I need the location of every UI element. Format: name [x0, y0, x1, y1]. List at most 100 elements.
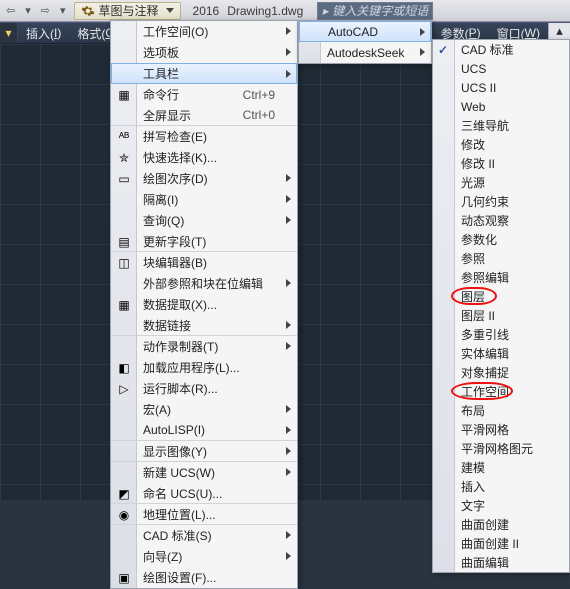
tools-item-1[interactable]: 选项板	[111, 42, 297, 63]
menu-item-label: 动态观察	[461, 212, 559, 229]
toolbar-item-7[interactable]: 光源	[433, 173, 569, 192]
tools-item-25[interactable]: 向导(Z)	[111, 546, 297, 567]
toolbar-item-10[interactable]: 参数化	[433, 230, 569, 249]
menu-item-label: 查询(Q)	[143, 212, 275, 229]
tools-item-2[interactable]: 工具栏	[111, 63, 297, 84]
menu-item-label: 全屏显示	[143, 107, 219, 124]
tools-item-4[interactable]: 全屏显示Ctrl+0	[111, 105, 297, 126]
menu-item-label: 外部参照和块在位编辑	[143, 275, 275, 292]
tools-item-5[interactable]: ᴬᴮ拼写检查(E)	[111, 126, 297, 147]
tools-item-15[interactable]: 动作录制器(T)	[111, 336, 297, 357]
submenu-arrow-icon	[286, 216, 291, 224]
tools-item-0[interactable]: 工作空间(O)	[111, 21, 297, 42]
toolbar-item-16[interactable]: 实体编辑	[433, 344, 569, 363]
toolbar-item-9[interactable]: 动态观察	[433, 211, 569, 230]
data-icon: ▦	[115, 296, 133, 313]
menubar-item-left-0[interactable]: 插入(I)	[18, 23, 69, 43]
document-tabs: 2016 Drawing1.dwg	[193, 4, 304, 18]
toolbar-item-6[interactable]: 修改 II	[433, 154, 569, 173]
tools-item-6[interactable]: ✮快速选择(K)...	[111, 147, 297, 168]
submenu-arrow-icon	[286, 48, 291, 56]
toolbar-item-1[interactable]: UCS	[433, 59, 569, 78]
menu-item-label: 布局	[461, 402, 559, 419]
history-next-icon[interactable]: ⇨	[39, 4, 52, 17]
menu-item-label: 插入	[461, 478, 559, 495]
toolbar-item-20[interactable]: 平滑网格	[433, 420, 569, 439]
tools-item-13[interactable]: ▦数据提取(X)...	[111, 294, 297, 315]
history-back-icon[interactable]: ⇦	[4, 4, 17, 17]
toolbar-item-5[interactable]: 修改	[433, 135, 569, 154]
load-icon: ◧	[115, 359, 133, 376]
menu-item-label: 运行脚本(R)...	[143, 380, 275, 397]
order-icon: ▭	[115, 170, 133, 187]
menu-handle-icon[interactable]: ▾	[0, 23, 18, 43]
toolbar-src-item-1[interactable]: AutodeskSeek	[299, 42, 431, 63]
block-icon: ◫	[115, 254, 133, 271]
toolbar-item-11[interactable]: 参照	[433, 249, 569, 268]
tools-item-3[interactable]: ▦命令行Ctrl+9	[111, 84, 297, 105]
tools-item-21[interactable]: 新建 UCS(W)	[111, 462, 297, 483]
toolbar-item-25[interactable]: 曲面创建	[433, 515, 569, 534]
toolbar-item-14[interactable]: 图层 II	[433, 306, 569, 325]
tools-item-23[interactable]: ◉地理位置(L)...	[111, 504, 297, 525]
toolbar-item-18[interactable]: 工作空间	[433, 382, 569, 401]
menu-item-label: 更新字段(T)	[143, 233, 275, 250]
autocad-toolbar-list: ✓CAD 标准UCS UCS II Web三维导航修改修改 II光源几何约束动态观察…	[432, 39, 570, 573]
toolbar-item-26[interactable]: 曲面创建 II	[433, 534, 569, 553]
menu-item-label: 参照	[461, 250, 559, 267]
workspace-switcher[interactable]: 草图与注释	[74, 2, 181, 20]
tools-item-22[interactable]: ◩命名 UCS(U)...	[111, 483, 297, 504]
check-icon: ✓	[438, 43, 448, 57]
toolbar-item-13[interactable]: 图层	[433, 287, 569, 306]
tools-item-17[interactable]: ▷运行脚本(R)...	[111, 378, 297, 399]
search-box[interactable]: ▸ 键入关键字或短语	[317, 2, 433, 20]
history-next-dd-icon[interactable]: ▾	[58, 4, 68, 17]
tools-item-10[interactable]: ▤更新字段(T)	[111, 231, 297, 252]
toolbar-item-27[interactable]: 曲面编辑	[433, 553, 569, 572]
toolbar-item-12[interactable]: 参照编辑	[433, 268, 569, 287]
toolbar-item-23[interactable]: 插入	[433, 477, 569, 496]
menu-item-label: 平滑网格	[461, 421, 559, 438]
tools-item-11[interactable]: ◫块编辑器(B)	[111, 252, 297, 273]
tools-item-8[interactable]: 隔离(I)	[111, 189, 297, 210]
tools-item-16[interactable]: ◧加载应用程序(L)...	[111, 357, 297, 378]
tools-item-12[interactable]: 外部参照和块在位编辑	[111, 273, 297, 294]
menu-item-label: 修改 II	[461, 155, 559, 172]
toolbar-item-17[interactable]: 对象捕捉	[433, 363, 569, 382]
toolbar-src-item-0[interactable]: AutoCAD	[299, 21, 431, 42]
toolbar-item-22[interactable]: 建模	[433, 458, 569, 477]
menu-item-label: 绘图设置(F)...	[143, 569, 275, 586]
submenu-arrow-icon	[286, 447, 291, 455]
toolbar-item-21[interactable]: 平滑网格图元	[433, 439, 569, 458]
menu-item-label: UCS II	[461, 81, 559, 95]
tools-item-26[interactable]: ▣绘图设置(F)...	[111, 567, 297, 588]
history-fwd-icon[interactable]: ▾	[23, 4, 33, 17]
toolbar-item-8[interactable]: 几何约束	[433, 192, 569, 211]
menu-item-label: 参数化	[461, 231, 559, 248]
menu-item-label: 地理位置(L)...	[143, 506, 275, 523]
submenu-arrow-icon	[286, 342, 291, 350]
tools-item-7[interactable]: ▭绘图次序(D)	[111, 168, 297, 189]
menu-item-label: 图层 II	[461, 307, 559, 324]
search-placeholder: 键入关键字或短语	[332, 2, 428, 19]
menu-item-label: 曲面编辑	[461, 554, 559, 571]
menu-item-label: 隔离(I)	[143, 191, 275, 208]
submenu-arrow-icon	[286, 468, 291, 476]
toolbar-item-24[interactable]: 文字	[433, 496, 569, 515]
menu-item-label: 多重引线	[461, 326, 559, 343]
menu-item-label: 工具栏	[143, 65, 275, 82]
tools-item-19[interactable]: AutoLISP(I)	[111, 420, 297, 441]
toolbar-item-4[interactable]: 三维导航	[433, 116, 569, 135]
search-caret-icon: ▸	[322, 4, 328, 18]
tools-item-20[interactable]: 显示图像(Y)	[111, 441, 297, 462]
toolbar-item-19[interactable]: 布局	[433, 401, 569, 420]
toolbar-item-0[interactable]: ✓CAD 标准	[433, 40, 569, 59]
gear-icon	[81, 4, 95, 18]
tools-item-9[interactable]: 查询(Q)	[111, 210, 297, 231]
toolbar-item-3[interactable]: Web	[433, 97, 569, 116]
tools-item-14[interactable]: 数据链接	[111, 315, 297, 336]
tools-item-18[interactable]: 宏(A)	[111, 399, 297, 420]
toolbar-item-15[interactable]: 多重引线	[433, 325, 569, 344]
tools-item-24[interactable]: CAD 标准(S)	[111, 525, 297, 546]
toolbar-item-2[interactable]: UCS II	[433, 78, 569, 97]
